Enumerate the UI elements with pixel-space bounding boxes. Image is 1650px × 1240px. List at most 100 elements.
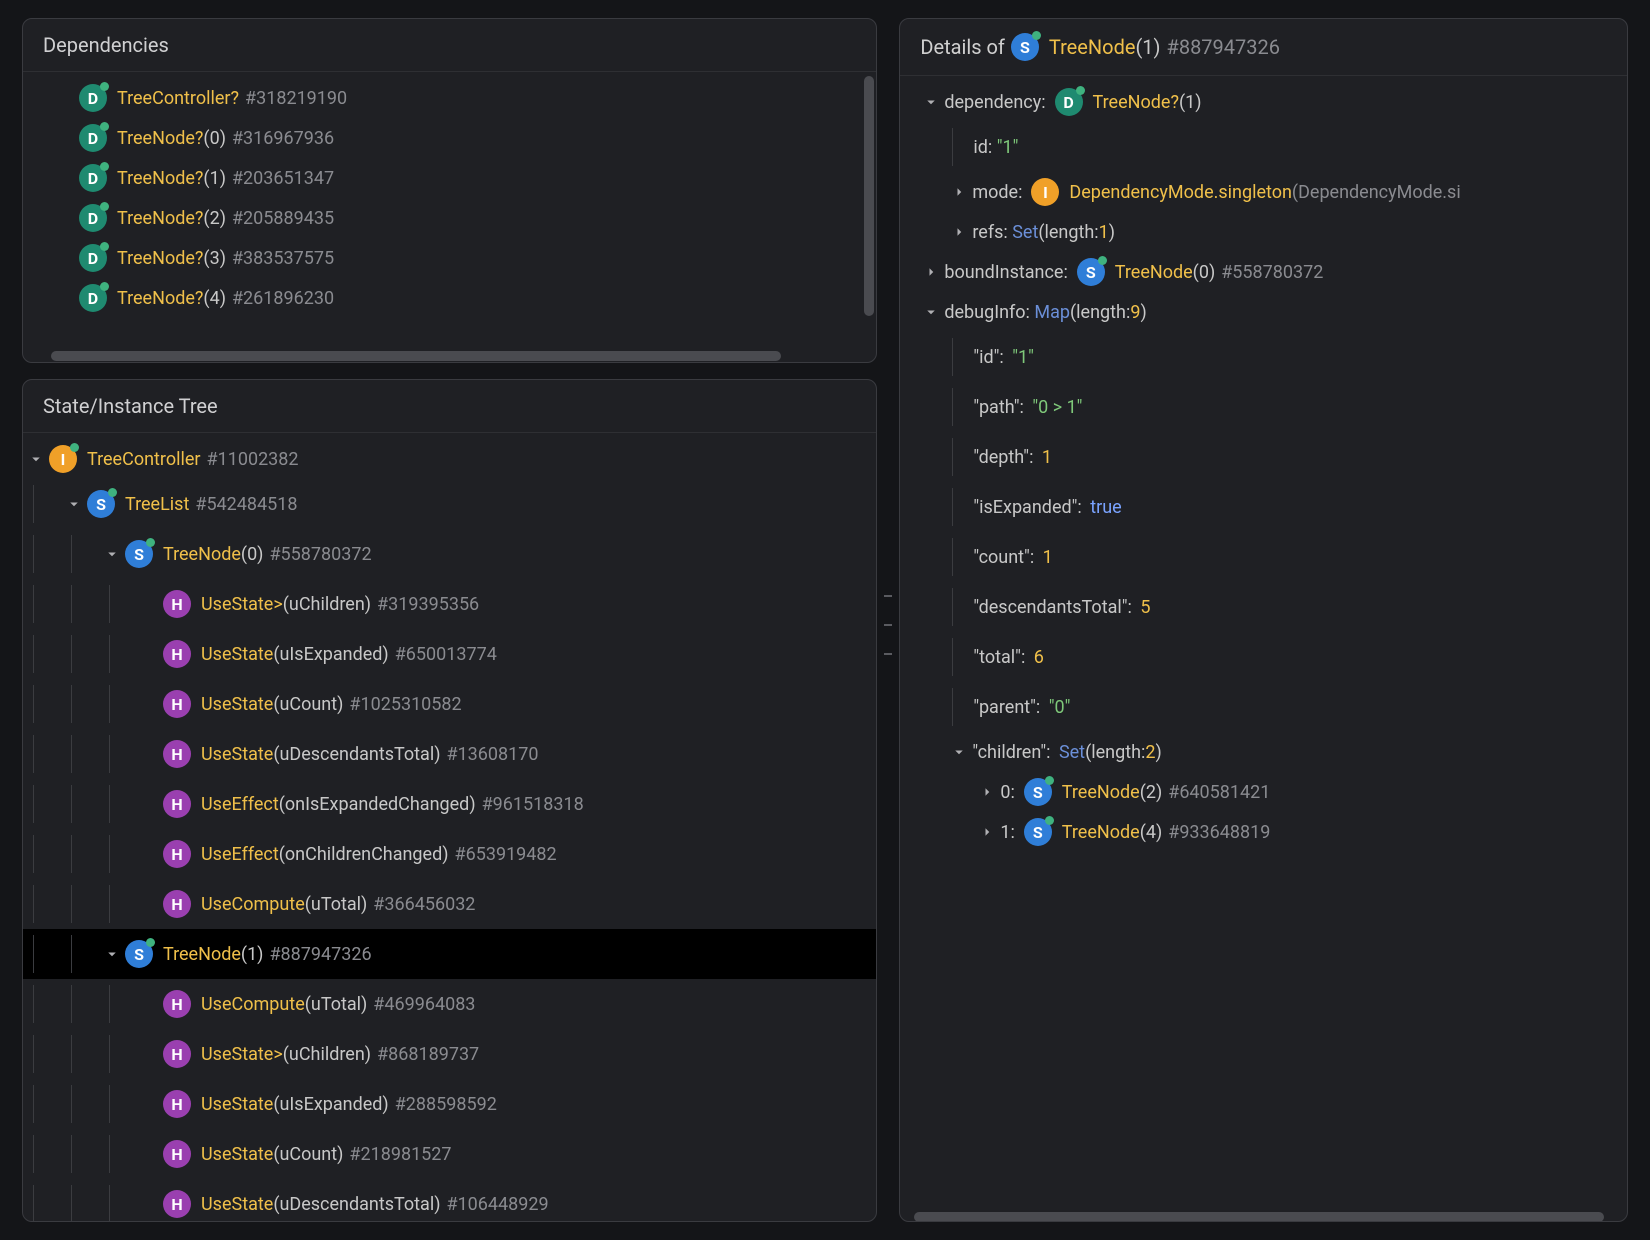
dependencies-panel: Dependencies DTreeController?#318219190D…: [22, 18, 877, 363]
node-name: UseEffect: [201, 794, 279, 815]
splitter-handle[interactable]: [884, 595, 892, 655]
node-arg: (uTotal): [305, 894, 368, 915]
node-hash: #319395356: [377, 594, 479, 615]
tree-row[interactable]: HUseState(uDescendantsTotal)#13608170: [23, 729, 876, 779]
state-icon: S: [1011, 33, 1039, 61]
prop-row[interactable]: dependency: DTreeNode?(1): [900, 82, 1627, 122]
d-badge-icon: D: [79, 164, 107, 192]
tree-row[interactable]: STreeNode(1)#887947326: [23, 929, 876, 979]
prop-key: debugInfo:: [944, 302, 1030, 323]
prop-row[interactable]: boundInstance: STreeNode(0)#558780372: [900, 252, 1627, 292]
dep-arg: (2): [203, 208, 226, 229]
node-arg: (uChildren): [283, 594, 371, 615]
tree-row[interactable]: HUseCompute(uTotal)#366456032: [23, 879, 876, 929]
dependency-row[interactable]: DTreeNode?(3)#383537575: [23, 238, 876, 278]
node-hash: #13608170: [446, 744, 538, 765]
node-arg: (uCount): [273, 1144, 343, 1165]
chevron-right-icon[interactable]: [974, 819, 1000, 845]
tree-row[interactable]: HUseCompute(uTotal)#469964083: [23, 979, 876, 1029]
tree-row[interactable]: HUseState>(uChildren)#868189737: [23, 1029, 876, 1079]
chevron-down-icon[interactable]: [918, 89, 944, 115]
node-arg: (uChildren): [283, 1044, 371, 1065]
tree-row[interactable]: HUseEffect(onIsExpandedChanged)#96151831…: [23, 779, 876, 829]
dependency-row[interactable]: DTreeNode?(0)#316967936: [23, 118, 876, 158]
chevron-down-icon[interactable]: [61, 491, 87, 517]
h-badge-icon: H: [163, 1040, 191, 1068]
prop-key: id:: [973, 137, 992, 158]
prop-row[interactable]: "path": "0 > 1": [900, 382, 1627, 432]
prop-row[interactable]: "count": 1: [900, 532, 1627, 582]
node-hash: #11002382: [207, 449, 299, 470]
prop-row[interactable]: refs: Set(length: 1): [900, 212, 1627, 252]
dep-arg: (1): [203, 168, 226, 189]
prop-val: DependencyMode.singleton: [1069, 182, 1292, 203]
chevron-right-icon[interactable]: [946, 219, 972, 245]
node-hash: #961518318: [482, 794, 584, 815]
s-badge-icon: S: [1024, 778, 1052, 806]
details-arg: (1): [1135, 35, 1160, 59]
node-name: TreeNode: [163, 544, 241, 565]
node-arg: (uIsExpanded): [273, 1094, 388, 1115]
dependency-row[interactable]: DTreeController?#318219190: [23, 78, 876, 118]
prop-row[interactable]: "parent": "0": [900, 682, 1627, 732]
prop-row[interactable]: id: "1": [900, 122, 1627, 172]
dependency-row[interactable]: DTreeNode?(2)#205889435: [23, 198, 876, 238]
d-badge-icon: D: [79, 84, 107, 112]
prop-key: refs:: [972, 222, 1007, 243]
prop-row[interactable]: "id": "1": [900, 332, 1627, 382]
node-arg: (uIsExpanded): [273, 644, 388, 665]
dependencies-body[interactable]: DTreeController?#318219190DTreeNode?(0)#…: [23, 72, 876, 363]
chevron-down-icon[interactable]: [23, 446, 49, 472]
dependency-row[interactable]: DTreeNode?(1)#203651347: [23, 158, 876, 198]
state-tree-body[interactable]: ITreeController#11002382STreeList#542484…: [23, 433, 876, 1222]
prop-row[interactable]: "descendantsTotal": 5: [900, 582, 1627, 632]
node-name: TreeNode: [163, 944, 241, 965]
chevron-right-icon[interactable]: [918, 259, 944, 285]
prop-row[interactable]: debugInfo: Map(length: 9): [900, 292, 1627, 332]
node-arg: (uCount): [273, 694, 343, 715]
dep-hash: #205889435: [232, 208, 334, 229]
prop-row[interactable]: 1: STreeNode(4)#933648819: [900, 812, 1627, 852]
chevron-down-icon[interactable]: [946, 739, 972, 765]
dep-hash: #383537575: [232, 248, 334, 269]
hscrollbar-thumb[interactable]: [914, 1212, 1604, 1222]
tree-row[interactable]: HUseState(uCount)#218981527: [23, 1129, 876, 1179]
tree-row[interactable]: STreeNode(0)#558780372: [23, 529, 876, 579]
i-badge-icon: I: [49, 445, 77, 473]
node-arg: (uTotal): [305, 994, 368, 1015]
tree-row[interactable]: HUseState>(uChildren)#319395356: [23, 579, 876, 629]
dependency-row[interactable]: DTreeNode?(4)#261896230: [23, 278, 876, 318]
details-body[interactable]: dependency: DTreeNode?(1)id: "1"mode: ID…: [900, 76, 1627, 1222]
tree-row[interactable]: HUseState(uIsExpanded)#650013774: [23, 629, 876, 679]
node-name: UseState>: [201, 594, 283, 615]
dep-hash: #203651347: [232, 168, 334, 189]
node-name: UseEffect: [201, 844, 279, 865]
chevron-down-icon[interactable]: [99, 941, 125, 967]
dep-arg: (3): [203, 248, 226, 269]
prop-row[interactable]: "depth": 1: [900, 432, 1627, 482]
chevron-down-icon[interactable]: [99, 541, 125, 567]
tree-row[interactable]: HUseState(uIsExpanded)#288598592: [23, 1079, 876, 1129]
dep-arg: (4): [203, 288, 226, 309]
prop-val: "1": [997, 137, 1019, 158]
d-badge-icon: D: [79, 244, 107, 272]
hscrollbar-thumb[interactable]: [51, 351, 781, 361]
tree-row[interactable]: STreeList#542484518: [23, 479, 876, 529]
chevron-right-icon[interactable]: [946, 179, 972, 205]
tree-row[interactable]: ITreeController#11002382: [23, 439, 876, 479]
tree-row[interactable]: HUseEffect(onChildrenChanged)#653919482: [23, 829, 876, 879]
tree-row[interactable]: HUseState(uCount)#1025310582: [23, 679, 876, 729]
prop-row[interactable]: "total": 6: [900, 632, 1627, 682]
prop-row[interactable]: mode: IDependencyMode.singleton(Dependen…: [900, 172, 1627, 212]
chevron-right-icon[interactable]: [974, 779, 1000, 805]
h-badge-icon: H: [163, 640, 191, 668]
node-hash: #218981527: [349, 1144, 451, 1165]
s-badge-icon: S: [125, 940, 153, 968]
prop-row[interactable]: "isExpanded": true: [900, 482, 1627, 532]
prop-row[interactable]: 0: STreeNode(2)#640581421: [900, 772, 1627, 812]
node-arg: (0): [241, 544, 264, 565]
chevron-down-icon[interactable]: [918, 299, 944, 325]
tree-row[interactable]: HUseState(uDescendantsTotal)#106448929: [23, 1179, 876, 1222]
scrollbar-thumb[interactable]: [864, 76, 874, 316]
prop-row[interactable]: "children": Set(length: 2): [900, 732, 1627, 772]
